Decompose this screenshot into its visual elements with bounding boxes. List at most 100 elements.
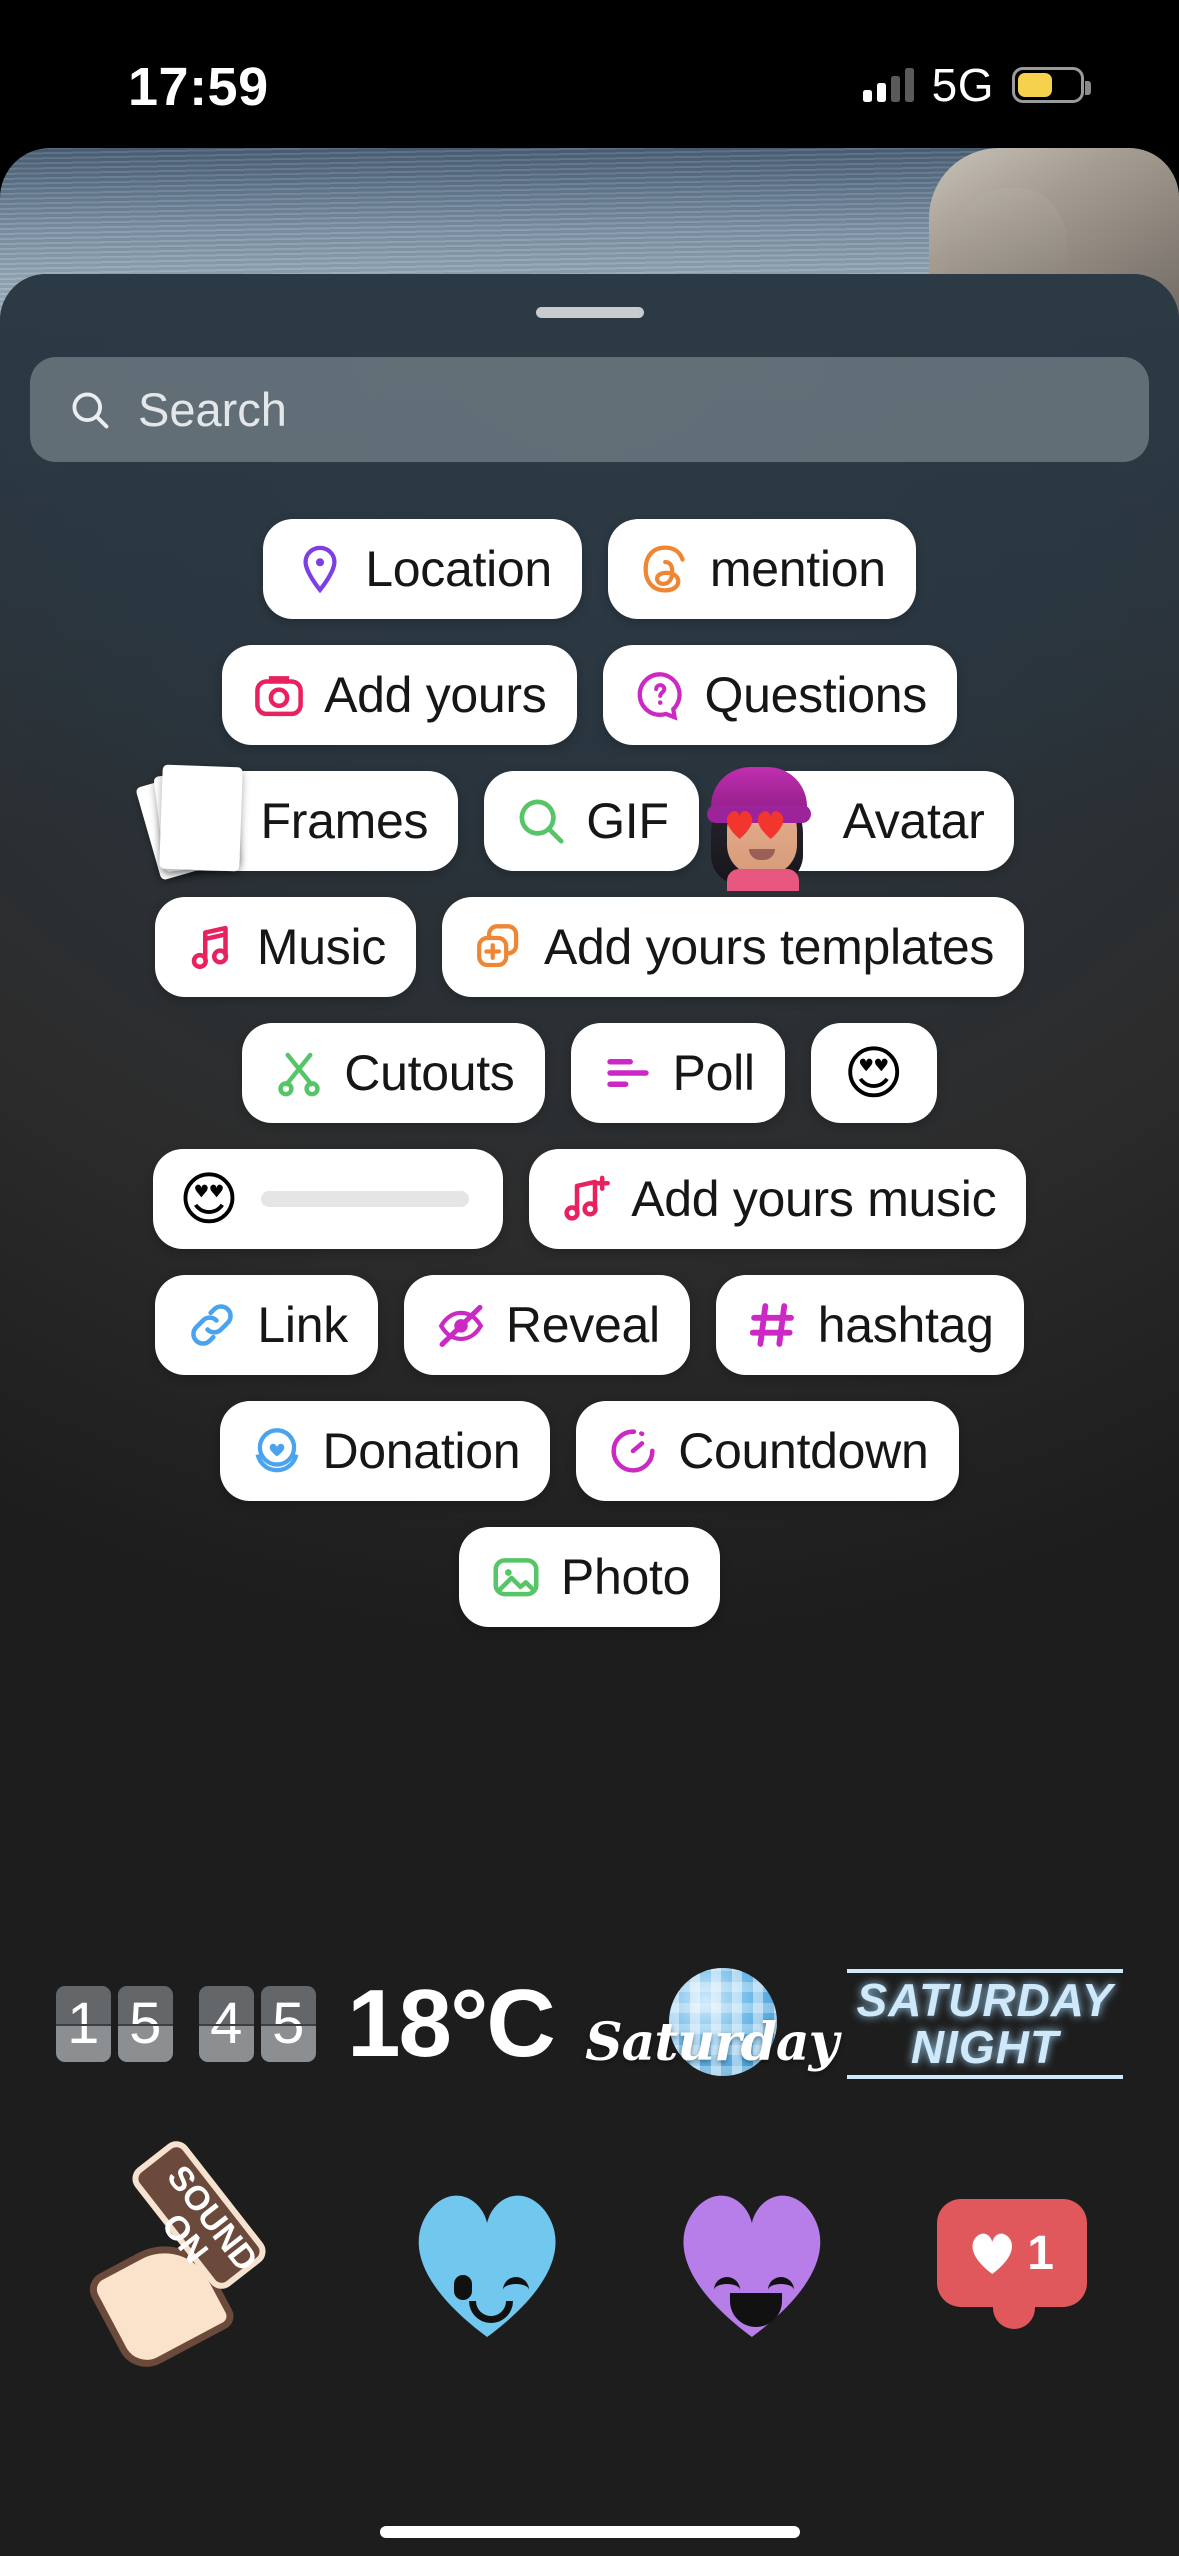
scissors-icon bbox=[278, 1052, 320, 1097]
sticker-label: Cutouts bbox=[344, 1045, 515, 1101]
location-pin-icon bbox=[303, 545, 337, 594]
poll-bars-icon bbox=[606, 1059, 649, 1087]
link-chain-icon bbox=[191, 1304, 234, 1346]
sticker-tray-sheet: Search Location mention Add yours Questi… bbox=[0, 274, 1179, 2556]
sticker-add-yours[interactable]: Add yours bbox=[222, 645, 577, 745]
sticker-label: Music bbox=[256, 919, 386, 975]
sticker-label: Add yours music bbox=[631, 1171, 997, 1227]
sticker-row: Link Reveal hashtag bbox=[0, 1275, 1179, 1375]
sticker-row: Frames GIF Avatar bbox=[0, 764, 1179, 891]
flip-digit: 4 bbox=[198, 1986, 254, 2062]
sticker-add-yours-templates[interactable]: Add yours templates bbox=[441, 897, 1025, 997]
sticker-label: Link bbox=[257, 1297, 348, 1353]
sticker-pill-list: Location mention Add yours Questions Fra… bbox=[0, 519, 1179, 1653]
purple-smiling-heart-sticker[interactable] bbox=[672, 2189, 832, 2339]
heart-icon bbox=[969, 2232, 1015, 2274]
sticker-emoji-slider[interactable]: 😍 bbox=[152, 1149, 504, 1249]
sticker-donation[interactable]: Donation bbox=[220, 1401, 551, 1501]
flip-digit: 5 bbox=[117, 1986, 173, 2062]
status-time: 17:59 bbox=[128, 57, 269, 117]
sticker-photo[interactable]: Photo bbox=[458, 1527, 721, 1627]
sticker-cutouts[interactable]: Cutouts bbox=[242, 1023, 545, 1123]
photo-icon bbox=[493, 1558, 539, 1597]
avatar-face-icon bbox=[697, 757, 829, 891]
camera-icon bbox=[255, 676, 303, 717]
countdown-timer-icon bbox=[611, 1429, 655, 1473]
search-input[interactable]: Search bbox=[30, 357, 1149, 462]
donation-heart-icon bbox=[256, 1428, 299, 1473]
heart-eyes-emoji: 😍 bbox=[178, 1165, 240, 1233]
sticker-poll[interactable]: Poll bbox=[570, 1023, 785, 1123]
sound-on-sticker[interactable]: SOUND ON bbox=[83, 2135, 302, 2378]
flip-digit: 5 bbox=[260, 1986, 316, 2062]
sheet-drag-handle[interactable] bbox=[535, 307, 644, 318]
battery-low-power-icon bbox=[1012, 67, 1091, 103]
sticker-countdown[interactable]: Countdown bbox=[576, 1401, 959, 1501]
threads-logo-icon bbox=[643, 545, 685, 593]
search-icon bbox=[519, 799, 564, 844]
sticker-link[interactable]: Link bbox=[155, 1275, 378, 1375]
sticker-row: Location mention bbox=[0, 519, 1179, 619]
sticker-emoji-reaction[interactable]: 😍 bbox=[810, 1023, 937, 1123]
hashtag-icon bbox=[749, 1303, 794, 1347]
layers-plus-icon bbox=[477, 924, 519, 968]
sticker-avatar[interactable]: Avatar bbox=[706, 767, 1015, 891]
sticker-music[interactable]: Music bbox=[154, 897, 416, 997]
sticker-label: Add yours bbox=[324, 667, 547, 723]
sticker-label: Questions bbox=[704, 667, 928, 723]
status-bar: 17:59 5G bbox=[0, 0, 1179, 160]
home-indicator[interactable] bbox=[379, 2526, 800, 2538]
sticker-row: Donation Countdown bbox=[0, 1401, 1179, 1501]
search-icon bbox=[72, 391, 109, 428]
sticker-label: GIF bbox=[586, 793, 669, 849]
emoji-slider-track[interactable] bbox=[261, 1191, 470, 1207]
sticker-label: hashtag bbox=[817, 1297, 994, 1353]
sticker-row: Photo bbox=[0, 1527, 1179, 1627]
sticker-label: Frames bbox=[260, 793, 429, 849]
sticker-add-yours-music[interactable]: Add yours music bbox=[529, 1149, 1027, 1249]
heart-eyes-emoji: 😍 bbox=[843, 1039, 904, 1107]
neon-line-1: SATURDAY bbox=[856, 1974, 1114, 2027]
polaroid-stack-icon bbox=[134, 762, 249, 881]
sticker-label: Photo bbox=[560, 1549, 691, 1605]
like-count: 1 bbox=[1027, 2226, 1054, 2280]
sticker-row: 😍 Add yours music bbox=[0, 1149, 1179, 1249]
signal-bars-icon bbox=[862, 68, 914, 102]
sticker-frames[interactable]: Frames bbox=[134, 764, 459, 881]
gallery-row-2: SOUND ON 1 bbox=[0, 2135, 1179, 2384]
sticker-row: Music Add yours templates bbox=[0, 897, 1179, 997]
saturday-night-neon-sticker[interactable]: SATURDAY NIGHT bbox=[846, 1969, 1124, 2079]
sticker-reveal[interactable]: Reveal bbox=[403, 1275, 690, 1375]
status-indicators: 5G bbox=[862, 58, 1091, 112]
sticker-label: Countdown bbox=[678, 1423, 929, 1479]
like-counter-sticker[interactable]: 1 bbox=[936, 2189, 1087, 2339]
sticker-label: Donation bbox=[322, 1423, 521, 1479]
sticker-mention[interactable]: mention bbox=[607, 519, 916, 619]
sticker-label: mention bbox=[709, 541, 886, 597]
blue-winking-heart-sticker[interactable] bbox=[407, 2189, 567, 2339]
music-note-icon bbox=[191, 925, 229, 970]
sticker-label: Avatar bbox=[842, 793, 985, 849]
gallery-row-1: 1 5 4 5 18°C Saturday SATURDAY NIGHT bbox=[0, 1904, 1179, 2144]
music-note-plus-icon bbox=[564, 1175, 611, 1221]
neon-line-2: NIGHT bbox=[910, 2021, 1059, 2073]
sticker-label: Add yours templates bbox=[543, 919, 995, 975]
sticker-hashtag[interactable]: hashtag bbox=[715, 1275, 1024, 1375]
flip-digit: 1 bbox=[55, 1986, 111, 2062]
sticker-gallery: 1 5 4 5 18°C Saturday SATURDAY NIGHT SOU… bbox=[0, 1904, 1179, 2384]
sticker-row: Cutouts Poll 😍 bbox=[0, 1023, 1179, 1123]
saturday-disco-sticker[interactable]: Saturday bbox=[585, 1964, 839, 2084]
eye-slash-icon bbox=[438, 1304, 484, 1347]
sticker-location[interactable]: Location bbox=[263, 519, 582, 619]
phone-screen: 17:59 5G Search Location mention Add you… bbox=[0, 0, 1179, 2556]
saturday-text: Saturday bbox=[585, 2012, 839, 2073]
sticker-questions[interactable]: Questions bbox=[602, 645, 957, 745]
sticker-label: Location bbox=[365, 541, 552, 597]
search-placeholder: Search bbox=[138, 383, 287, 436]
temperature-sticker[interactable]: 18°C bbox=[347, 1969, 555, 2079]
network-type-label: 5G bbox=[931, 59, 994, 111]
sticker-gif[interactable]: GIF bbox=[484, 771, 699, 871]
flip-clock-sticker[interactable]: 1 5 4 5 bbox=[55, 1986, 316, 2062]
sticker-label: Reveal bbox=[505, 1297, 660, 1353]
sticker-row: Add yours Questions bbox=[0, 645, 1179, 745]
